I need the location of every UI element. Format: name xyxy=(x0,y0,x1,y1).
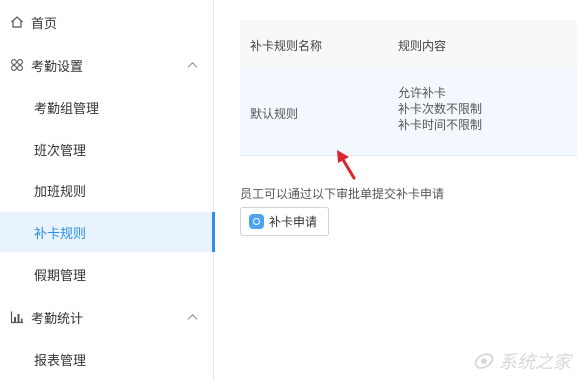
sidebar-item-label: 班次管理 xyxy=(34,143,87,159)
sidebar-item-shift[interactable]: 班次管理 xyxy=(0,129,214,169)
sidebar-item-makeup-rules[interactable]: 补卡规则 xyxy=(0,212,215,252)
sidebar-item-reports[interactable]: 报表管理 xyxy=(0,339,214,379)
approval-tip: 员工可以通过以下审批单提交补卡申请 xyxy=(240,187,445,201)
rule-content-line: 允许补卡 xyxy=(398,86,447,100)
makeup-apply-label: 补卡申请 xyxy=(269,215,318,229)
chevron-up-icon xyxy=(187,62,198,73)
sidebar-item-label: 报表管理 xyxy=(34,353,87,369)
table-row[interactable]: 默认规则 允许补卡 补卡次数不限制 补卡时间不限制 xyxy=(240,68,577,156)
watermark-logo-icon xyxy=(474,353,494,369)
sidebar-item-holiday[interactable]: 假期管理 xyxy=(0,254,214,294)
sidebar-item-label: 假期管理 xyxy=(34,268,87,284)
sidebar-item-home[interactable]: 首页 xyxy=(0,2,214,42)
table-header: 补卡规则名称 规则内容 xyxy=(240,20,577,69)
chevron-up-icon xyxy=(187,314,198,325)
settings-grid-icon xyxy=(10,58,24,72)
main-content: 补卡规则名称 规则内容 默认规则 允许补卡 补卡次数不限制 补卡时间不限制 员工… xyxy=(215,0,577,380)
rules-table: 补卡规则名称 规则内容 默认规则 允许补卡 补卡次数不限制 补卡时间不限制 xyxy=(240,20,577,180)
sidebar-item-label: 考勤组管理 xyxy=(34,101,100,117)
column-header-rule-content: 规则内容 xyxy=(398,39,447,53)
sidebar-item-label: 首页 xyxy=(31,16,58,32)
sidebar-item-attendance-stats[interactable]: 考勤统计 xyxy=(0,297,214,337)
form-app-icon xyxy=(249,214,264,229)
rule-content-cell: 允许补卡 补卡次数不限制 补卡时间不限制 xyxy=(398,85,482,133)
sidebar: 首页 考勤设置 考勤组管理 班次管理 加班规则 补卡规则 假期管理 考勤统计 报… xyxy=(0,0,215,380)
rule-content-line: 补卡次数不限制 xyxy=(398,102,483,116)
sidebar-item-attendance-group[interactable]: 考勤组管理 xyxy=(0,87,214,127)
watermark-text: 系统之家 xyxy=(499,352,571,373)
sidebar-item-label: 补卡规则 xyxy=(34,226,87,242)
sidebar-item-overtime-rules[interactable]: 加班规则 xyxy=(0,170,214,210)
rule-content-line: 补卡时间不限制 xyxy=(398,118,483,132)
watermark: 系统之家 xyxy=(473,348,571,374)
rule-name-cell[interactable]: 默认规则 xyxy=(250,105,298,122)
home-icon xyxy=(10,15,24,29)
sidebar-item-label: 加班规则 xyxy=(34,184,87,200)
sidebar-item-label: 考勤统计 xyxy=(31,311,84,327)
sidebar-item-attendance-settings[interactable]: 考勤设置 xyxy=(0,45,214,85)
makeup-apply-button[interactable]: 补卡申请 xyxy=(240,207,329,236)
column-header-rule-name: 补卡规则名称 xyxy=(250,39,323,53)
sidebar-item-label: 考勤设置 xyxy=(31,59,84,75)
bar-chart-icon xyxy=(10,310,24,324)
red-arrow-annotation xyxy=(337,150,356,180)
